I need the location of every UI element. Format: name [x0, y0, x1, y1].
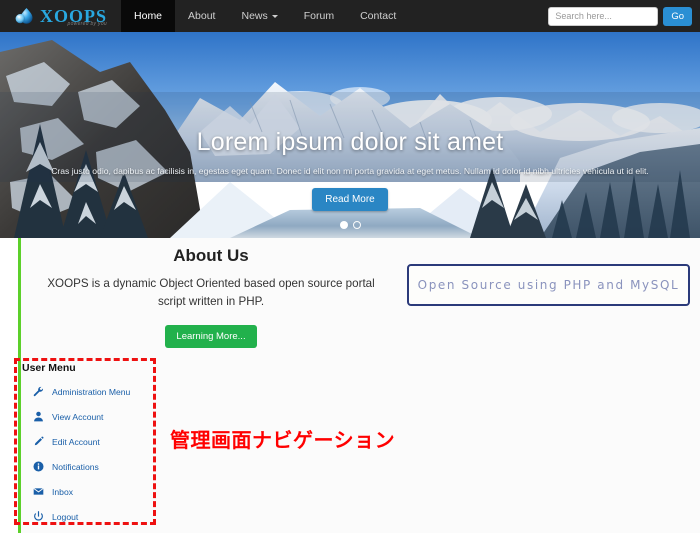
nav-item-label: Home [134, 10, 163, 22]
nav-menu: Home About News Forum Contact [121, 0, 409, 32]
hero-carousel: Lorem ipsum dolor sit amet Cras justo od… [0, 32, 700, 238]
user-menu-item-notifications[interactable]: Notifications [32, 460, 162, 473]
read-more-button[interactable]: Read More [312, 188, 388, 212]
japanese-annotation-label: 管理画面ナビゲーション [170, 428, 396, 452]
chevron-down-icon [271, 14, 278, 18]
hero-title: Lorem ipsum dolor sit amet [196, 128, 504, 156]
about-heading: About Us [173, 246, 249, 265]
nav-item-label: Contact [360, 10, 397, 22]
hero-subtitle: Cras justo odio, dapibus ac facilisis in… [51, 166, 649, 176]
search-go-button[interactable]: Go [663, 6, 692, 26]
nav-item-label: Forum [303, 10, 335, 22]
info-circle-icon [32, 460, 45, 473]
nav-item-forum[interactable]: Forum [291, 0, 347, 32]
user-menu-item-view-account[interactable]: View Account [32, 410, 162, 423]
nav-item-label: News [241, 10, 268, 22]
nav-item-label: About [188, 10, 216, 22]
user-menu-block: User Menu Administration Menu View Accou… [22, 362, 162, 533]
search-form: Go [548, 6, 700, 26]
carousel-dot-2[interactable] [352, 221, 361, 229]
user-menu-item-label: Logout [52, 511, 79, 522]
pencil-icon [32, 435, 45, 448]
user-menu-item-label: Notifications [52, 461, 99, 472]
carousel-dot-1[interactable] [339, 221, 348, 229]
nav-item-contact[interactable]: Contact [347, 0, 409, 32]
user-menu-item-label: View Account [52, 411, 104, 422]
hero-content: Lorem ipsum dolor sit amet Cras justo od… [0, 32, 700, 238]
nav-item-news[interactable]: News [228, 0, 290, 32]
user-menu-item-inbox[interactable]: Inbox [32, 485, 162, 498]
site-brand[interactable]: XOOPS powered by you [0, 0, 117, 32]
about-section: About Us XOOPS is a dynamic Object Orien… [21, 246, 401, 348]
top-navbar: XOOPS powered by you Home About News For… [0, 0, 700, 32]
power-icon [32, 510, 45, 523]
search-input[interactable] [548, 6, 659, 26]
wrench-icon [32, 385, 45, 398]
user-menu-title: User Menu [22, 362, 76, 374]
user-menu-item-logout[interactable]: Logout [32, 510, 162, 523]
learning-more-button[interactable]: Learning More... [165, 324, 257, 348]
nav-item-home[interactable]: Home [121, 0, 176, 32]
user-menu-item-label: Edit Account [52, 436, 100, 447]
user-menu-item-administration-menu[interactable]: Administration Menu [32, 385, 162, 398]
carousel-indicators [0, 221, 700, 229]
promo-banner: Open Source using PHP and MySQL [407, 264, 690, 306]
envelope-icon [32, 485, 45, 498]
user-icon [32, 410, 45, 423]
user-menu-item-edit-account[interactable]: Edit Account [32, 435, 162, 448]
promo-text: Open Source using PHP and MySQL [417, 278, 680, 292]
water-drop-logo-icon [14, 6, 34, 26]
about-body: XOOPS is a dynamic Object Oriented based… [47, 277, 375, 308]
user-menu-item-label: Inbox [52, 486, 74, 497]
user-menu-item-label: Administration Menu [52, 386, 131, 397]
nav-item-about[interactable]: About [175, 0, 228, 32]
page-root: XOOPS powered by you Home About News For… [0, 0, 700, 533]
brand-tagline: powered by you [67, 21, 108, 27]
